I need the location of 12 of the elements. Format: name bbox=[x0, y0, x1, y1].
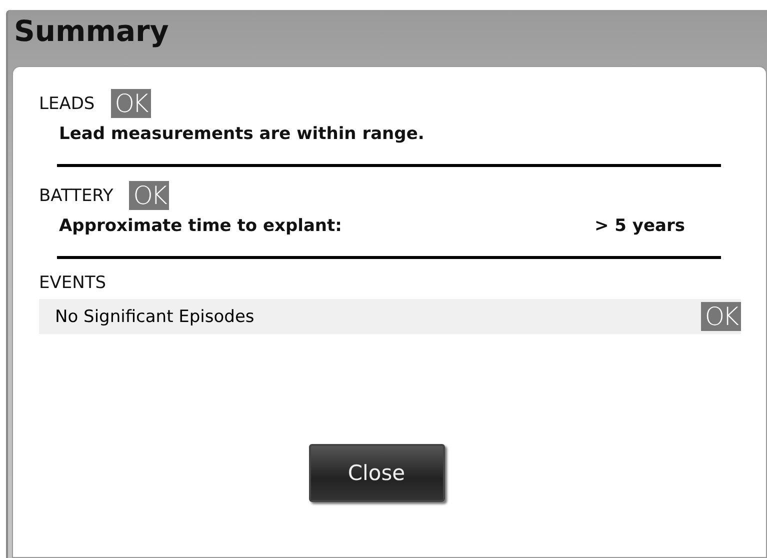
status-message: Lead measurements are within range. bbox=[59, 124, 424, 144]
close-button[interactable]: Close bbox=[308, 444, 444, 502]
window-title: Summary bbox=[13, 13, 170, 50]
section-heading: LEADS bbox=[39, 94, 95, 114]
status-message: Approximate time to explant: bbox=[59, 216, 342, 236]
section-heading: EVENTS bbox=[39, 273, 106, 293]
status-badge: OK bbox=[110, 89, 151, 118]
event-row: No Significant Episodes OK bbox=[39, 299, 741, 334]
section-heading: BATTERY bbox=[39, 186, 114, 206]
status-badge: OK bbox=[700, 302, 741, 331]
status-value: > 5 years bbox=[594, 216, 685, 236]
status-badge: OK bbox=[129, 181, 170, 210]
